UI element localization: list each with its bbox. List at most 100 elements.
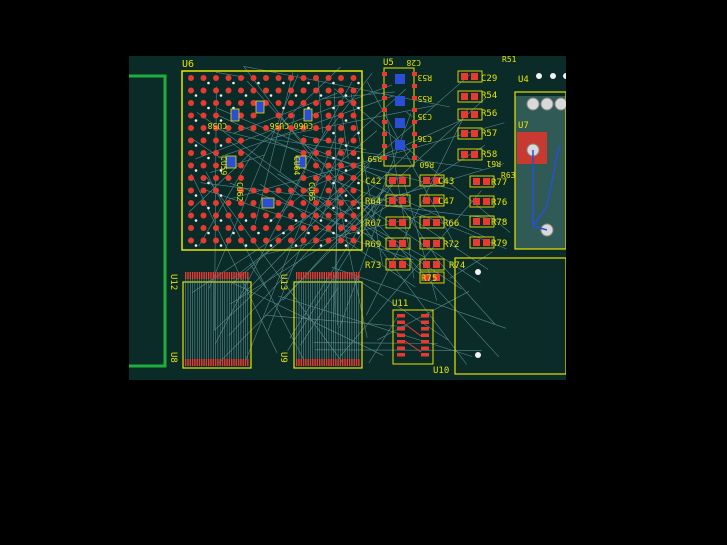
fine-pin-top <box>189 272 191 279</box>
u5-pad-right <box>412 72 417 76</box>
bga-via <box>357 106 360 110</box>
bga-pad <box>188 87 194 94</box>
r54-pad-1 <box>461 93 468 100</box>
fine-pin-top <box>226 272 228 279</box>
u11-pin-right <box>421 320 429 324</box>
pcb-board-view[interactable]: U6 CU58 CU56 CU60 CU59 CU62 CU64 CU65 U1… <box>129 55 569 380</box>
bga-pad <box>238 100 244 106</box>
bga-via <box>332 156 335 160</box>
r77-pad-1 <box>473 178 480 185</box>
r78-pad-2 <box>483 218 490 225</box>
bga-pad <box>313 75 319 81</box>
bga-pad <box>200 212 207 219</box>
bga-pad <box>288 75 294 81</box>
bga-pad <box>300 75 307 81</box>
bga-via <box>294 94 298 97</box>
r66-pad-2 <box>433 219 440 226</box>
bga-pad <box>300 87 307 94</box>
fine-pin-top <box>302 272 305 279</box>
bga-pad <box>325 175 332 181</box>
bga-pad <box>213 112 219 119</box>
bga-pad <box>225 137 232 144</box>
fine-pin-top <box>332 272 335 279</box>
bga-via <box>219 219 223 222</box>
fine-pin-bottom <box>358 359 360 366</box>
c47-label: C47 <box>438 197 454 207</box>
fine-pin-bottom <box>300 359 302 366</box>
fine-pin-top <box>201 272 203 279</box>
bga-pad <box>338 137 344 144</box>
bga-via <box>332 81 335 85</box>
r79-pad-2 <box>483 239 490 246</box>
r64-label: R64 <box>365 197 381 207</box>
fine-pin-bottom <box>203 359 205 366</box>
r64-pad-1 <box>389 197 396 204</box>
cu62-label: CU62 <box>235 182 244 201</box>
cu56-label: CU56 <box>270 121 289 130</box>
bga-pad <box>300 100 307 106</box>
u5-part-c <box>395 118 405 128</box>
bga-pad <box>225 100 232 106</box>
bga-via <box>344 144 348 147</box>
fine-pin-top <box>240 272 242 279</box>
r72-pad-1 <box>423 240 430 247</box>
bga-pad <box>200 125 207 131</box>
u11-pin-right <box>421 346 429 350</box>
r76-pad-2 <box>483 198 490 205</box>
bga-pad <box>275 225 282 231</box>
fine-pin-top <box>235 272 237 279</box>
u4-u7-connector[interactable]: U4 U7 <box>514 73 569 250</box>
bga-pad <box>313 100 319 106</box>
u5-part-a <box>395 74 405 84</box>
u12-label: U12 <box>168 274 178 290</box>
u5-pad-right <box>412 132 417 136</box>
fine-pin-top <box>194 272 196 279</box>
bga-pad <box>200 112 207 119</box>
fine-pin-bottom <box>244 359 247 366</box>
r56-pad-1 <box>461 111 468 118</box>
fine-pin-top <box>191 272 194 279</box>
fine-pin-top <box>330 272 332 279</box>
bga-pad <box>325 150 332 156</box>
bga-pad <box>200 137 207 144</box>
fine-pin-bottom <box>314 359 316 366</box>
fine-pin-top <box>339 272 342 279</box>
fine-pin-bottom <box>325 359 328 366</box>
fine-pin-bottom <box>348 359 351 366</box>
u7-label: U7 <box>518 121 529 131</box>
u6-label: U6 <box>182 59 194 70</box>
bga-pad <box>325 125 332 131</box>
fine-pin-bottom <box>196 359 198 366</box>
bga-via <box>307 231 310 235</box>
u4-screw-2 <box>540 97 554 111</box>
bga-pad <box>250 237 257 244</box>
bga-pad <box>200 175 207 181</box>
bga-pad <box>238 175 244 181</box>
u5-pad-left <box>382 96 387 100</box>
r73-label: R73 <box>365 261 381 271</box>
fine-pin-bottom <box>242 359 244 366</box>
u5-part-d <box>395 140 405 150</box>
bga-via <box>332 131 335 135</box>
bga-pad <box>250 225 257 231</box>
fine-pin-top <box>244 272 247 279</box>
bga-via <box>257 231 260 235</box>
bga-pad <box>350 200 357 206</box>
bga-pad <box>200 187 207 194</box>
fine-pin-top <box>316 272 319 279</box>
fine-pin-top <box>208 272 210 279</box>
fine-pin-bottom <box>342 359 344 366</box>
u5-pad-left <box>382 156 387 160</box>
r66-pad-1 <box>423 219 430 226</box>
fine-pin-bottom <box>231 359 233 366</box>
bga-pad <box>300 137 307 144</box>
c29-label: C29 <box>481 74 497 84</box>
bga-via <box>194 144 198 147</box>
fine-pin-bottom <box>328 359 330 366</box>
bga-pad <box>238 137 244 144</box>
bga-via <box>219 244 223 247</box>
bga-pad <box>325 162 332 169</box>
r69-label: R69 <box>365 240 381 250</box>
fine-pin-bottom <box>330 359 332 366</box>
bga-pad <box>200 237 207 244</box>
